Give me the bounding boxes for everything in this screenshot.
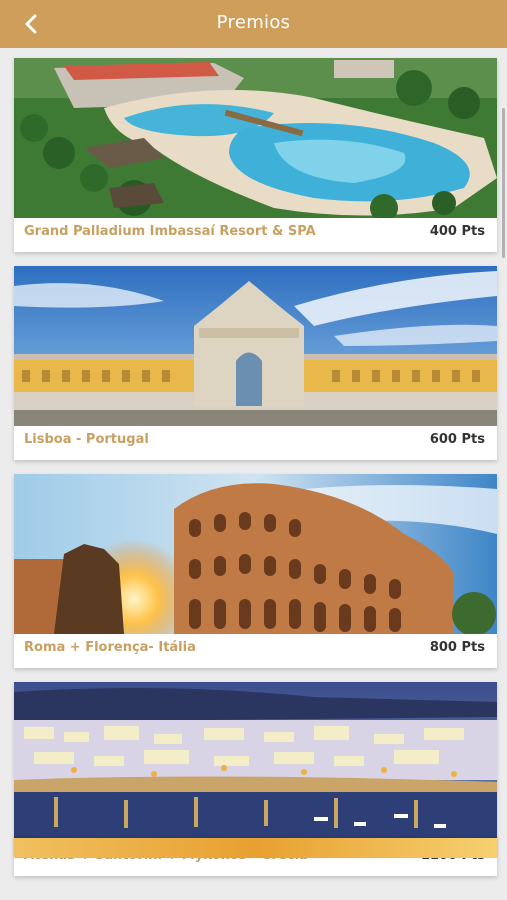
prize-name: Roma + Florença- Itália [24, 640, 196, 655]
prize-image-roma [14, 474, 497, 634]
prize-card-roma[interactable]: Roma + Florença- Itália 800 Pts [14, 474, 497, 668]
prize-points: 600 Pts [429, 432, 485, 447]
prize-name: Lisboa - Portugal [24, 432, 149, 447]
prize-list[interactable]: Grand Palladium Imbassaí Resort & SPA 40… [0, 48, 507, 900]
prize-card-partial[interactable] [14, 838, 497, 858]
scrollbar[interactable] [502, 108, 505, 258]
app-header: Premios [0, 0, 507, 48]
page-title: Premios [216, 12, 291, 33]
prize-card-resort[interactable]: Grand Palladium Imbassaí Resort & SPA 40… [14, 58, 497, 252]
prize-points: 800 Pts [429, 640, 485, 655]
prize-image-lisboa [14, 266, 497, 426]
prize-points: 400 Pts [429, 224, 485, 239]
prize-card-lisboa[interactable]: Lisboa - Portugal 600 Pts [14, 266, 497, 460]
prize-name: Grand Palladium Imbassaí Resort & SPA [24, 224, 316, 239]
prize-image-grecia [14, 682, 497, 842]
prize-image-resort [14, 58, 497, 218]
